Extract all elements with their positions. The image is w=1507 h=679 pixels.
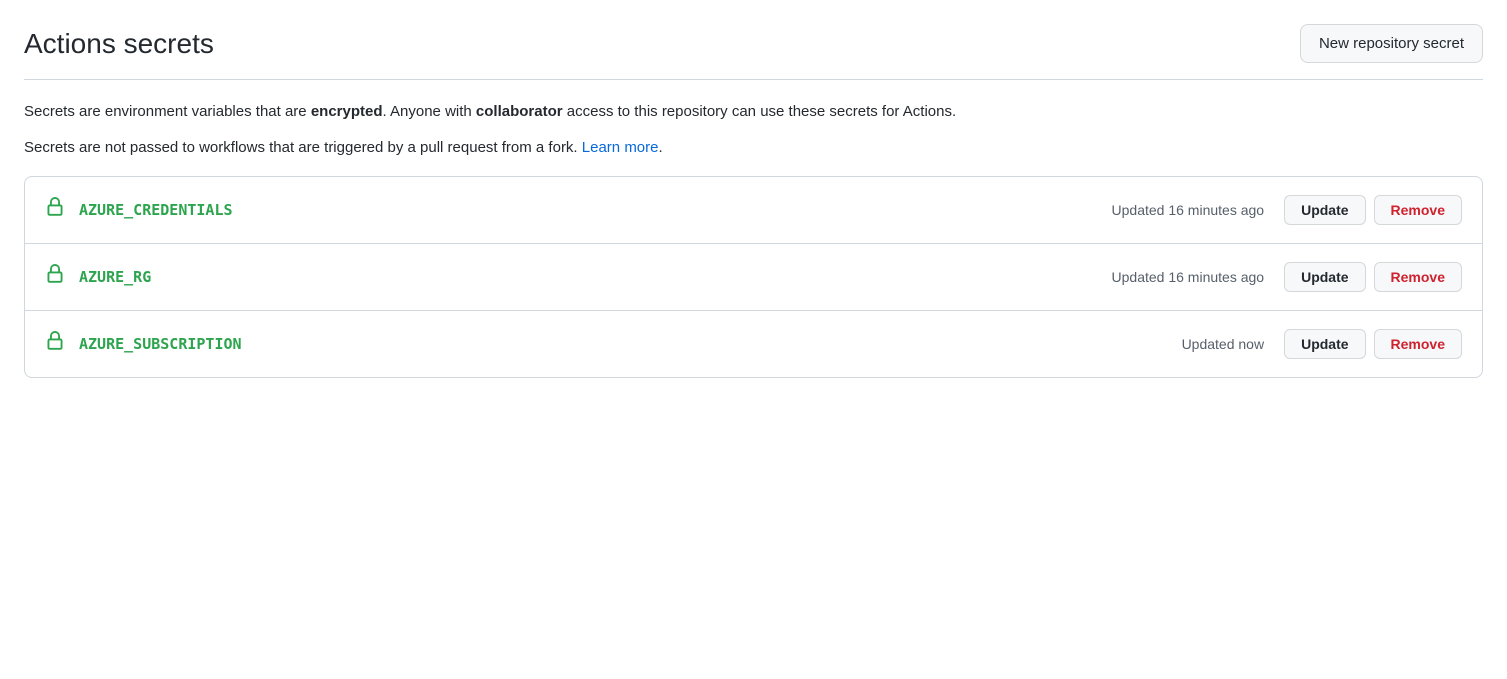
secret-updated-time: Updated 16 minutes ago [1112,202,1265,218]
desc-fork-post: . [659,139,663,156]
secret-actions: Update Remove [1284,195,1462,225]
desc-encrypted: encrypted [311,103,383,120]
lock-icon [45,197,65,223]
description-line1: Secrets are environment variables that a… [24,100,1483,124]
desc-fork-pre: Secrets are not passed to workflows that… [24,139,582,156]
lock-icon [45,264,65,290]
update-button[interactable]: Update [1284,195,1365,225]
page-title: Actions secrets [24,28,214,60]
secret-row: AZURE_SUBSCRIPTION Updated now Update Re… [25,311,1482,377]
learn-more-link[interactable]: Learn more [582,139,659,156]
secret-actions: Update Remove [1284,329,1462,359]
new-repository-secret-button[interactable]: New repository secret [1300,24,1483,63]
desc-collaborator: collaborator [476,103,563,120]
remove-button[interactable]: Remove [1374,262,1462,292]
secret-name: AZURE_SUBSCRIPTION [79,335,1182,353]
update-button[interactable]: Update [1284,262,1365,292]
page-header: Actions secrets New repository secret [24,24,1483,80]
description-line2: Secrets are not passed to workflows that… [24,136,1483,160]
desc-pre: Secrets are environment variables that a… [24,103,311,120]
lock-icon [45,331,65,357]
update-button[interactable]: Update [1284,329,1365,359]
secret-row: AZURE_RG Updated 16 minutes ago Update R… [25,244,1482,311]
description-section: Secrets are environment variables that a… [24,100,1483,160]
secret-row: AZURE_CREDENTIALS Updated 16 minutes ago… [25,177,1482,244]
desc-mid: . Anyone with [383,103,476,120]
secret-actions: Update Remove [1284,262,1462,292]
secrets-table: AZURE_CREDENTIALS Updated 16 minutes ago… [24,176,1483,378]
secret-name: AZURE_CREDENTIALS [79,201,1112,219]
desc-post: access to this repository can use these … [563,103,957,120]
remove-button[interactable]: Remove [1374,329,1462,359]
secret-name: AZURE_RG [79,268,1112,286]
secret-updated-time: Updated now [1182,336,1265,352]
remove-button[interactable]: Remove [1374,195,1462,225]
secret-updated-time: Updated 16 minutes ago [1112,269,1265,285]
